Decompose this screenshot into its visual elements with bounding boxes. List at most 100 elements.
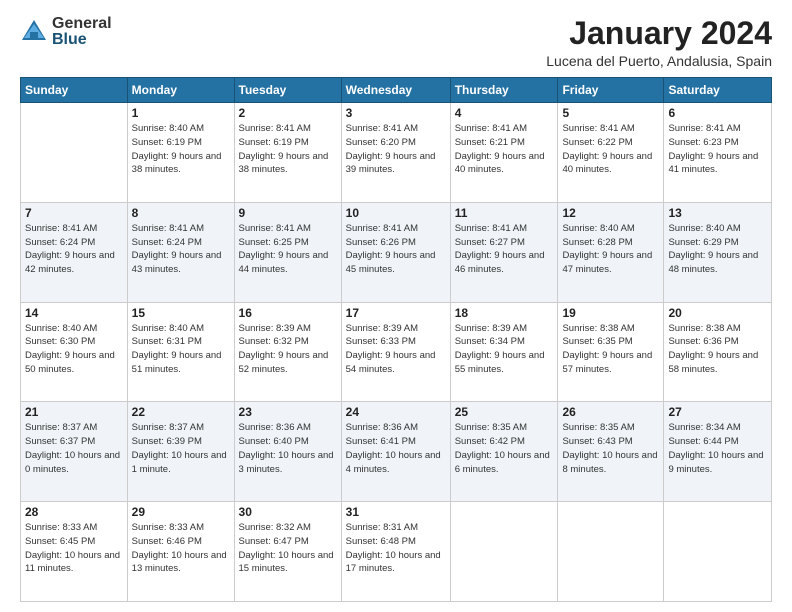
day-cell: 18Sunrise: 8:39 AMSunset: 6:34 PMDayligh…: [450, 302, 558, 402]
day-detail: Sunrise: 8:41 AMSunset: 6:27 PMDaylight:…: [455, 222, 554, 277]
day-number: 17: [346, 306, 446, 320]
day-cell: 27 Sunrise: 8:34 AMSunset: 6:44 PMDayligh…: [664, 402, 772, 502]
day-detail: Sunrise: 8:32 AMSunset: 6:47 PMDaylight:…: [239, 521, 337, 576]
day-detail: Sunrise: 8:41 AMSunset: 6:21 PMDaylight:…: [455, 122, 554, 177]
day-detail: Sunrise: 8:39 AMSunset: 6:32 PMDaylight:…: [239, 322, 337, 377]
day-detail: Sunrise: 8:40 AMSunset: 6:31 PMDaylight:…: [132, 322, 230, 377]
day-detail: Sunrise: 8:41 AMSunset: 6:20 PMDaylight:…: [346, 122, 446, 177]
day-cell: 12 Sunrise: 8:40 AMSunset: 6:28 PMDayligh…: [558, 202, 664, 302]
day-cell: 13 Sunrise: 8:40 AMSunset: 6:29 PMDayligh…: [664, 202, 772, 302]
day-number: 19: [562, 306, 659, 320]
day-cell: 4 Sunrise: 8:41 AMSunset: 6:21 PMDaylight…: [450, 103, 558, 203]
day-cell: 25Sunrise: 8:35 AMSunset: 6:42 PMDayligh…: [450, 402, 558, 502]
day-detail: Sunrise: 8:38 AMSunset: 6:36 PMDaylight:…: [668, 322, 767, 377]
day-detail: Sunrise: 8:40 AMSunset: 6:29 PMDaylight:…: [668, 222, 767, 277]
day-cell: 15Sunrise: 8:40 AMSunset: 6:31 PMDayligh…: [127, 302, 234, 402]
logo: General Blue: [20, 16, 112, 48]
day-cell: 2 Sunrise: 8:41 AMSunset: 6:19 PMDaylight…: [234, 103, 341, 203]
day-detail: Sunrise: 8:40 AMSunset: 6:28 PMDaylight:…: [562, 222, 659, 277]
day-cell: 30 Sunrise: 8:32 AMSunset: 6:47 PMDayligh…: [234, 502, 341, 602]
day-number: 23: [239, 405, 337, 419]
day-number: 29: [132, 505, 230, 519]
day-cell: 21 Sunrise: 8:37 AMSunset: 6:37 PMDayligh…: [21, 402, 128, 502]
day-number: 22: [132, 405, 230, 419]
day-cell: [450, 502, 558, 602]
day-number: 13: [668, 206, 767, 220]
day-detail: Sunrise: 8:33 AMSunset: 6:45 PMDaylight:…: [25, 521, 123, 576]
col-thursday: Thursday: [450, 78, 558, 103]
col-sunday: Sunday: [21, 78, 128, 103]
day-detail: Sunrise: 8:40 AMSunset: 6:30 PMDaylight:…: [25, 322, 123, 377]
header: General Blue January 2024 Lucena del Pue…: [20, 16, 772, 69]
day-number: 1: [132, 106, 230, 120]
day-cell: [558, 502, 664, 602]
day-number: 11: [455, 206, 554, 220]
day-detail: Sunrise: 8:34 AMSunset: 6:44 PMDaylight:…: [668, 421, 767, 476]
day-number: 4: [455, 106, 554, 120]
col-monday: Monday: [127, 78, 234, 103]
day-number: 18: [455, 306, 554, 320]
day-detail: Sunrise: 8:37 AMSunset: 6:37 PMDaylight:…: [25, 421, 123, 476]
day-cell: 19 Sunrise: 8:38 AMSunset: 6:35 PMDayligh…: [558, 302, 664, 402]
day-cell: 24Sunrise: 8:36 AMSunset: 6:41 PMDayligh…: [341, 402, 450, 502]
logo-icon: [20, 18, 48, 46]
day-cell: 6Sunrise: 8:41 AMSunset: 6:23 PMDaylight…: [664, 103, 772, 203]
logo-text: General Blue: [52, 16, 112, 48]
day-detail: Sunrise: 8:41 AMSunset: 6:26 PMDaylight:…: [346, 222, 446, 277]
day-cell: 7 Sunrise: 8:41 AMSunset: 6:24 PMDaylight…: [21, 202, 128, 302]
title-area: January 2024 Lucena del Puerto, Andalusi…: [546, 16, 772, 69]
location: Lucena del Puerto, Andalusia, Spain: [546, 53, 772, 69]
col-saturday: Saturday: [664, 78, 772, 103]
day-detail: Sunrise: 8:36 AMSunset: 6:41 PMDaylight:…: [346, 421, 446, 476]
day-cell: 10 Sunrise: 8:41 AMSunset: 6:26 PMDayligh…: [341, 202, 450, 302]
day-number: 20: [668, 306, 767, 320]
day-detail: Sunrise: 8:35 AMSunset: 6:43 PMDaylight:…: [562, 421, 659, 476]
day-number: 8: [132, 206, 230, 220]
day-number: 27: [668, 405, 767, 419]
day-cell: [664, 502, 772, 602]
day-cell: 5 Sunrise: 8:41 AMSunset: 6:22 PMDaylight…: [558, 103, 664, 203]
day-detail: Sunrise: 8:41 AMSunset: 6:24 PMDaylight:…: [25, 222, 123, 277]
day-detail: Sunrise: 8:40 AMSunset: 6:19 PMDaylight:…: [132, 122, 230, 177]
day-number: 10: [346, 206, 446, 220]
calendar-page: General Blue January 2024 Lucena del Pue…: [0, 0, 792, 612]
day-cell: 9Sunrise: 8:41 AMSunset: 6:25 PMDaylight…: [234, 202, 341, 302]
day-cell: 17 Sunrise: 8:39 AMSunset: 6:33 PMDayligh…: [341, 302, 450, 402]
day-detail: Sunrise: 8:39 AMSunset: 6:33 PMDaylight:…: [346, 322, 446, 377]
day-number: 5: [562, 106, 659, 120]
day-cell: 16 Sunrise: 8:39 AMSunset: 6:32 PMDayligh…: [234, 302, 341, 402]
day-cell: 26Sunrise: 8:35 AMSunset: 6:43 PMDayligh…: [558, 402, 664, 502]
day-cell: 14 Sunrise: 8:40 AMSunset: 6:30 PMDayligh…: [21, 302, 128, 402]
day-cell: 22Sunrise: 8:37 AMSunset: 6:39 PMDayligh…: [127, 402, 234, 502]
day-cell: 3Sunrise: 8:41 AMSunset: 6:20 PMDaylight…: [341, 103, 450, 203]
day-number: 21: [25, 405, 123, 419]
day-detail: Sunrise: 8:31 AMSunset: 6:48 PMDaylight:…: [346, 521, 446, 576]
day-cell: 1 Sunrise: 8:40 AMSunset: 6:19 PMDaylight…: [127, 103, 234, 203]
day-number: 2: [239, 106, 337, 120]
day-cell: 28 Sunrise: 8:33 AMSunset: 6:45 PMDayligh…: [21, 502, 128, 602]
day-number: 31: [346, 505, 446, 519]
logo-blue: Blue: [52, 32, 112, 48]
day-number: 14: [25, 306, 123, 320]
week-row-1: 1 Sunrise: 8:40 AMSunset: 6:19 PMDaylight…: [21, 103, 772, 203]
day-detail: Sunrise: 8:41 AMSunset: 6:19 PMDaylight:…: [239, 122, 337, 177]
day-cell: [21, 103, 128, 203]
day-number: 7: [25, 206, 123, 220]
week-row-5: 28 Sunrise: 8:33 AMSunset: 6:45 PMDayligh…: [21, 502, 772, 602]
day-number: 30: [239, 505, 337, 519]
day-number: 25: [455, 405, 554, 419]
col-tuesday: Tuesday: [234, 78, 341, 103]
day-detail: Sunrise: 8:41 AMSunset: 6:22 PMDaylight:…: [562, 122, 659, 177]
day-detail: Sunrise: 8:38 AMSunset: 6:35 PMDaylight:…: [562, 322, 659, 377]
day-number: 28: [25, 505, 123, 519]
day-number: 12: [562, 206, 659, 220]
day-detail: Sunrise: 8:41 AMSunset: 6:25 PMDaylight:…: [239, 222, 337, 277]
day-number: 16: [239, 306, 337, 320]
day-cell: 29 Sunrise: 8:33 AMSunset: 6:46 PMDayligh…: [127, 502, 234, 602]
day-detail: Sunrise: 8:41 AMSunset: 6:23 PMDaylight:…: [668, 122, 767, 177]
day-detail: Sunrise: 8:33 AMSunset: 6:46 PMDaylight:…: [132, 521, 230, 576]
day-detail: Sunrise: 8:41 AMSunset: 6:24 PMDaylight:…: [132, 222, 230, 277]
logo-general: General: [52, 16, 112, 32]
col-friday: Friday: [558, 78, 664, 103]
col-wednesday: Wednesday: [341, 78, 450, 103]
